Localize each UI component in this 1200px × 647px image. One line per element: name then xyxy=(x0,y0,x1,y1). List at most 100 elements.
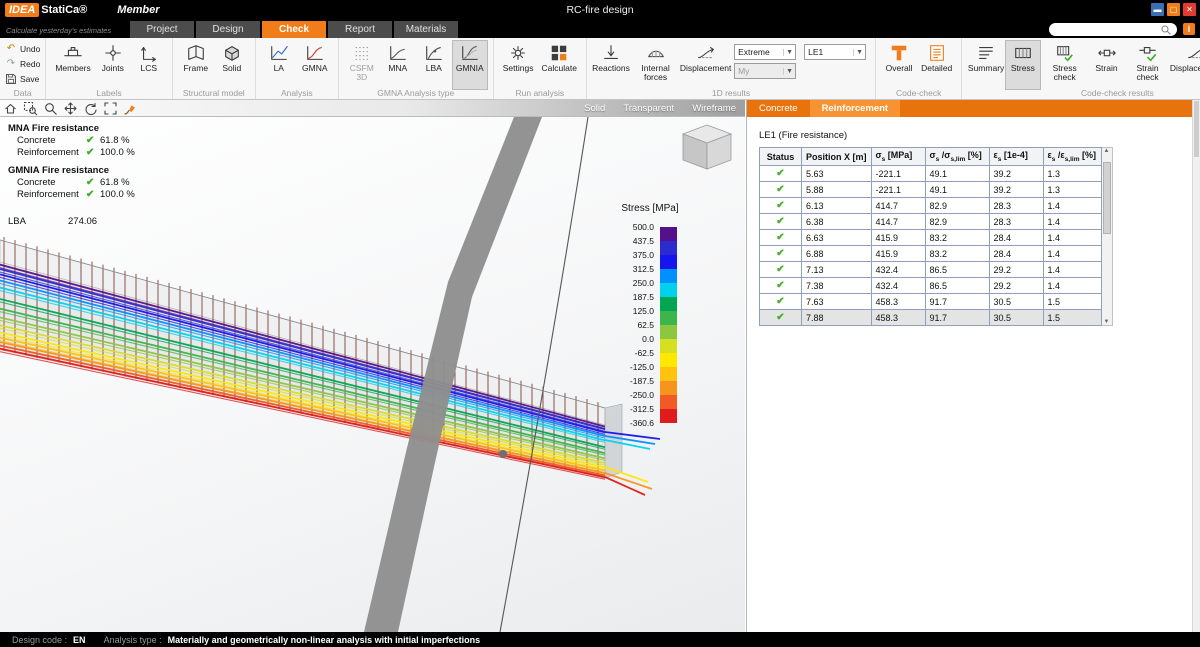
gmnia-button[interactable]: GMNIA xyxy=(452,40,488,90)
col-sigma[interactable]: σs [MPa] xyxy=(871,148,925,166)
position-x-cell: 5.63 xyxy=(802,166,872,182)
displacement-result-button[interactable]: Displacement xyxy=(1171,40,1200,90)
mna-icon xyxy=(388,43,408,63)
position-x-cell: 6.88 xyxy=(802,246,872,262)
tab-check[interactable]: Check xyxy=(262,21,326,38)
tab-materials[interactable]: Materials xyxy=(394,21,458,38)
zoom-button[interactable] xyxy=(41,100,59,116)
stress-check-button[interactable]: Stress check xyxy=(1041,40,1089,90)
scroll-down-icon[interactable]: ▼ xyxy=(1104,319,1110,325)
displacement-1d-button[interactable]: Displacement xyxy=(681,40,730,90)
table-row[interactable]: ✔ 5.88 -221.1 49.1 39.2 1.3 xyxy=(760,182,1102,198)
eps-ratio-cell: 1.4 xyxy=(1043,278,1101,294)
tab-project[interactable]: Project xyxy=(130,21,194,38)
tab-report[interactable]: Report xyxy=(328,21,392,38)
display-mode-transparent[interactable]: Transparent xyxy=(614,100,683,116)
calculate-button[interactable]: Calculate xyxy=(537,40,580,90)
strain-button[interactable]: Strain xyxy=(1089,40,1125,90)
table-row[interactable]: ✔ 7.13 432.4 86.5 29.2 1.4 xyxy=(760,262,1102,278)
status-cell: ✔ xyxy=(760,294,802,310)
col-position-x[interactable]: Position X [m] xyxy=(802,148,872,166)
status-pass-icon: ✔ xyxy=(776,232,784,243)
group-label-labels: Labels xyxy=(46,88,171,99)
lba-button[interactable]: LBA xyxy=(416,40,452,90)
settings-button[interactable]: Settings xyxy=(499,40,538,90)
table-scrollbar[interactable]: ▲▼ xyxy=(1102,147,1113,326)
redo-button[interactable]: ↷Redo xyxy=(5,57,40,70)
table-row[interactable]: ✔ 6.38 414.7 82.9 28.3 1.4 xyxy=(760,214,1102,230)
mna-reinforcement-value: 100.0 % xyxy=(100,147,135,158)
right-panel-scrollbar[interactable] xyxy=(1192,100,1200,632)
col-eps[interactable]: εs [1e-4] xyxy=(989,148,1043,166)
status-pass-icon: ✔ xyxy=(776,280,784,291)
group-label-run-analysis: Run analysis xyxy=(494,88,586,99)
scroll-up-icon[interactable]: ▲ xyxy=(1104,148,1110,154)
mna-button[interactable]: MNA xyxy=(380,40,416,90)
table-row[interactable]: ✔ 6.88 415.9 83.2 28.4 1.4 xyxy=(760,246,1102,262)
strain-check-button[interactable]: Strain check xyxy=(1125,40,1171,90)
undo-button[interactable]: ↶Undo xyxy=(5,42,40,55)
solid-icon xyxy=(222,43,242,63)
my-combo[interactable]: My▼ xyxy=(734,63,796,79)
rotate-view-button[interactable] xyxy=(81,100,99,116)
stress-legend-body: 500.0437.5375.0312.5250.0187.5125.062.50… xyxy=(596,227,704,432)
tab-reinforcement[interactable]: Reinforcement xyxy=(810,100,901,117)
table-row[interactable]: ✔ 7.63 458.3 91.7 30.5 1.5 xyxy=(760,294,1102,310)
paint-results-button[interactable] xyxy=(121,100,139,116)
table-row[interactable]: ✔ 5.63 -221.1 49.1 39.2 1.3 xyxy=(760,166,1102,182)
la-button[interactable]: LA xyxy=(261,40,297,90)
frame-button[interactable]: Frame xyxy=(178,40,214,90)
table-row[interactable]: ✔ 7.38 432.4 86.5 29.2 1.4 xyxy=(760,278,1102,294)
3d-viewport[interactable]: MNA Fire resistance Concrete✔61.8 % Rein… xyxy=(0,117,745,632)
overall-check-button[interactable]: Overall xyxy=(881,40,917,90)
status-cell: ✔ xyxy=(760,278,802,294)
col-eps-ratio[interactable]: εs /εs,lim [%] xyxy=(1043,148,1101,166)
table-row[interactable]: ✔ 6.13 414.7 82.9 28.3 1.4 xyxy=(760,198,1102,214)
stress-button[interactable]: Stress xyxy=(1005,40,1041,90)
col-status[interactable]: Status xyxy=(760,148,802,166)
csfm-3d-button[interactable]: CSFM 3D xyxy=(344,40,380,90)
summary-button[interactable]: Summary xyxy=(967,40,1005,90)
table-row[interactable]: ✔ 7.88 458.3 91.7 30.5 1.5 xyxy=(760,310,1102,326)
search-input[interactable] xyxy=(1054,25,1160,35)
stress-icon xyxy=(1013,43,1033,63)
save-button[interactable]: Save xyxy=(5,72,40,85)
load-case-combo[interactable]: LE1▼ xyxy=(804,44,866,60)
info-button[interactable]: i xyxy=(1183,23,1195,35)
detailed-check-button[interactable]: Detailed xyxy=(917,40,956,90)
tab-design[interactable]: Design xyxy=(196,21,260,38)
tab-concrete[interactable]: Concrete xyxy=(747,100,810,117)
joints-button[interactable]: Joints xyxy=(95,40,131,90)
internal-forces-button[interactable]: Internal forces xyxy=(630,40,681,90)
eps-cell: 29.2 xyxy=(989,278,1043,294)
legend-color-cell xyxy=(660,353,677,367)
view-cube[interactable] xyxy=(683,125,731,169)
home-view-button[interactable] xyxy=(1,100,19,116)
col-sigma-ratio[interactable]: σs /σs,lim [%] xyxy=(925,148,989,166)
right-panel-scrollbar-thumb[interactable] xyxy=(1194,101,1199,157)
gmna-button[interactable]: GMNA xyxy=(297,40,333,90)
group-label-1d-results: 1D results xyxy=(587,88,875,99)
table-row[interactable]: ✔ 6.63 415.9 83.2 28.4 1.4 xyxy=(760,230,1102,246)
close-button[interactable]: ✕ xyxy=(1183,3,1196,16)
minimize-button[interactable]: ▬ xyxy=(1151,3,1164,16)
members-button[interactable]: Members xyxy=(51,40,94,90)
solid-button[interactable]: Solid xyxy=(214,40,250,90)
frame-icon xyxy=(186,43,206,63)
internal-forces-icon xyxy=(646,43,666,63)
reactions-button[interactable]: Reactions xyxy=(592,40,630,90)
display-mode-solid[interactable]: Solid xyxy=(575,100,614,116)
pan-button[interactable] xyxy=(61,100,79,116)
table-scrollbar-thumb[interactable] xyxy=(1103,162,1111,234)
product-name: Member xyxy=(117,4,159,16)
display-mode-wireframe[interactable]: Wireframe xyxy=(683,100,745,116)
extreme-combo[interactable]: Extreme▼ xyxy=(734,44,796,60)
idea-logo-badge: IDEA xyxy=(5,3,39,17)
maximize-button[interactable]: ▢ xyxy=(1167,3,1180,16)
fit-view-button[interactable] xyxy=(101,100,119,116)
legend-color-cell xyxy=(660,367,677,381)
zoom-window-button[interactable] xyxy=(21,100,39,116)
legend-tick-label: 312.5 xyxy=(596,264,654,274)
lcs-button[interactable]: LCS xyxy=(131,40,167,90)
info-icon: i xyxy=(1188,24,1191,34)
